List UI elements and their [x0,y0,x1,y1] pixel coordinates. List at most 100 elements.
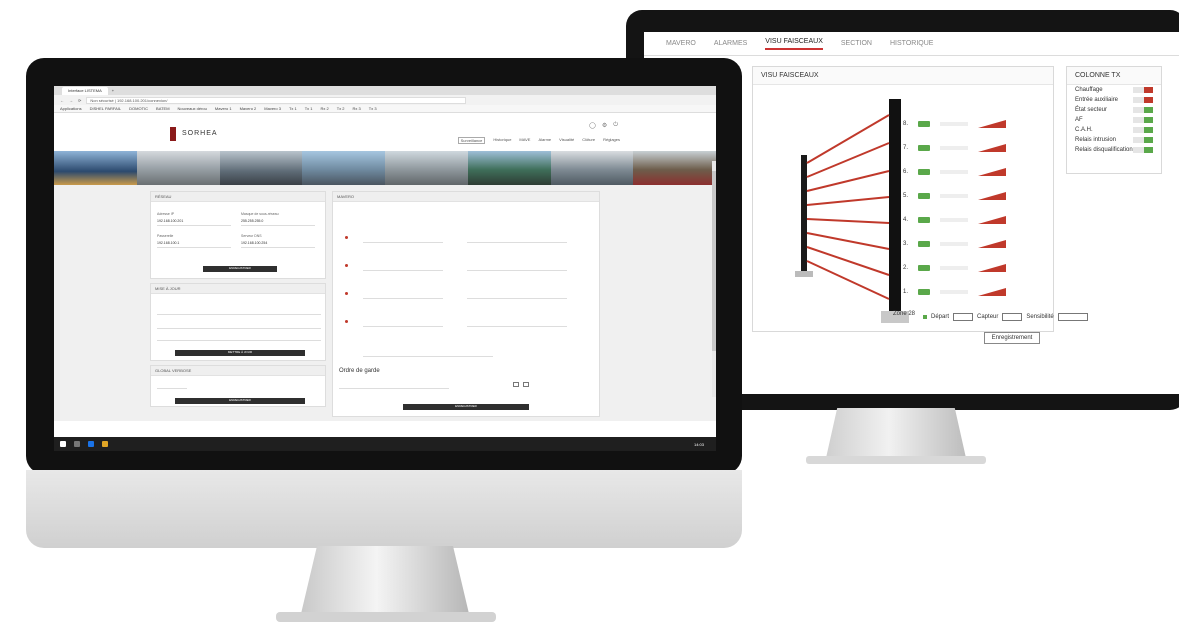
settings-icon[interactable]: ⚙ [602,122,607,129]
bookmark-item[interactable]: Mavero 2 [240,106,257,111]
url-input[interactable]: Non sécurisé | 192.168.100.201/connexion… [86,96,467,104]
banner-photo [550,151,634,185]
front-monitor: Interface LISTEMA + ← → ⟳ Non sécurisé |… [26,58,742,474]
bookmark-item[interactable]: Tx 1 [289,106,297,111]
back-monitor-base [806,456,986,464]
bookmark-item[interactable]: Rx 3 [353,106,361,111]
tx-column [889,99,901,313]
mise-a-jour-card: MISE À JOUR METTRE À JOUR [150,283,326,361]
bookmark-item[interactable]: Mavero 3 [264,106,281,111]
front-screen: Interface LISTEMA + ← → ⟳ Non sécurisé |… [54,86,716,451]
bookmark-item[interactable]: Tx 2 [337,106,345,111]
panel-title: VISU FAISCEAUX [753,67,1053,85]
status-toggle [1133,127,1153,133]
taskbar: 14:03 [54,437,716,451]
nav-mavero[interactable]: MAVERO [666,40,696,47]
menu-item[interactable]: Clôture [582,137,595,144]
bookmark-item[interactable]: Nouveaux dérou [178,106,207,111]
card-title: RÉSEAU [151,192,325,202]
clock: 14:03 [693,441,704,447]
sensibilite-label: Sensibilité [1026,314,1054,320]
bookmark-item[interactable]: Applications [60,106,82,111]
header-icons: ◯ ⚙ ⏻ [589,122,618,129]
field-value[interactable]: 192.168.100.201 [157,219,183,223]
start-icon[interactable] [60,441,66,447]
menu-item[interactable]: Surveillance [457,137,486,144]
field-value[interactable]: 192.168.100.254 [241,241,267,245]
verbose-save-button[interactable]: ENREGISTRER [175,398,305,404]
checkbox[interactable] [523,382,529,387]
bookmark-item[interactable]: Tx 1 [305,106,313,111]
folder-icon[interactable] [102,441,108,447]
status-row: AF [1067,115,1161,125]
status-label: AF [1075,117,1083,123]
bookmark-item[interactable]: Rx 2 [321,106,329,111]
logo-text: SORHEA [182,130,218,137]
status-toggle [1133,137,1153,143]
user-icon[interactable]: ◯ [589,122,596,129]
menu-item[interactable]: Historique [493,137,511,144]
capteur-field[interactable] [1002,313,1023,321]
banner-photo [302,151,385,185]
browser-tab[interactable]: Interface LISTEMA [62,86,108,95]
depart-indicator [923,315,927,319]
banner-photo [467,151,551,185]
back-arrow-icon[interactable]: ← [60,98,64,103]
bookmark-item[interactable]: BATEM [156,106,169,111]
forward-arrow-icon[interactable]: → [69,98,73,103]
status-row: Chauffage [1067,85,1161,95]
status-label: Relais intrusion [1075,137,1117,143]
browser-icon[interactable] [88,441,94,447]
rx-column-base [795,271,813,277]
menu-item[interactable]: Réglages [603,137,620,144]
bookmark-item[interactable]: Mavero 1 [215,106,232,111]
banner-photo [54,151,137,185]
update-button[interactable]: METTRE À JOUR [175,350,305,356]
beam-row: 6. [903,167,1023,177]
banner-photo [633,151,716,185]
save-button[interactable]: Enregistrement [984,332,1040,344]
nav-visu-faisceaux[interactable]: VISU FAISCEAUX [765,38,823,50]
logout-icon[interactable]: ⏻ [613,122,618,129]
field-value[interactable]: 255.255.255.0 [241,219,263,223]
nav-historique[interactable]: HISTORIQUE [890,40,933,47]
status-indicator [1144,127,1153,133]
status-indicator [1144,117,1153,123]
zone-controls: Départ Capteur Sensibilité [923,313,1088,321]
status-label: Relais disqualification [1075,147,1133,153]
beam-row: 8. [903,119,1023,129]
nav-alarmes[interactable]: ALARMES [714,40,747,47]
field-label: Adresse IP [157,212,175,216]
menu-item[interactable]: Alarme [538,137,551,144]
status-list: Chauffage Entrée auxiliaire État secteur AF… [1067,85,1161,155]
status-label: Entrée auxiliaire [1075,97,1119,103]
field-value[interactable]: 192.168.100.1 [157,241,179,245]
status-row: Relais intrusion [1067,135,1161,145]
search-icon[interactable] [74,441,80,447]
reload-icon[interactable]: ⟳ [78,98,81,103]
new-tab-icon[interactable]: + [112,88,114,93]
menu-item[interactable]: MAVE [519,137,530,144]
front-monitor-chin [26,470,742,548]
reseau-save-button[interactable]: ENREGISTRER [203,266,277,272]
field-label: Serveur DNS [241,234,262,238]
rx-column [801,155,807,275]
scrollbar-thumb[interactable] [712,171,716,351]
site-menu: Surveillance Historique MAVE Alarme Visualit… [457,137,620,144]
main-content: RÉSEAU Adresse IP Masque de sous-réseau … [54,185,716,421]
depart-field[interactable] [953,313,974,321]
card-title: MISE À JOUR [151,284,325,294]
checkbox[interactable] [513,382,519,387]
status-row: Relais disqualification [1067,145,1161,155]
nav-section[interactable]: SECTION [841,40,872,47]
mavero-save-button[interactable]: ENREGISTRER [403,404,529,410]
bookmark-item[interactable]: DOMOTIC [129,106,148,111]
bookmark-item[interactable]: Tx 3 [369,106,377,111]
front-monitor-stand [300,546,470,618]
bookmark-item[interactable]: DISHEL PARFAIL [90,106,122,111]
scrollbar[interactable] [712,161,716,397]
status-row: Entrée auxiliaire [1067,95,1161,105]
sensibilite-field[interactable] [1057,313,1088,321]
status-indicator [1144,107,1153,113]
menu-item[interactable]: Visualité [559,137,574,144]
